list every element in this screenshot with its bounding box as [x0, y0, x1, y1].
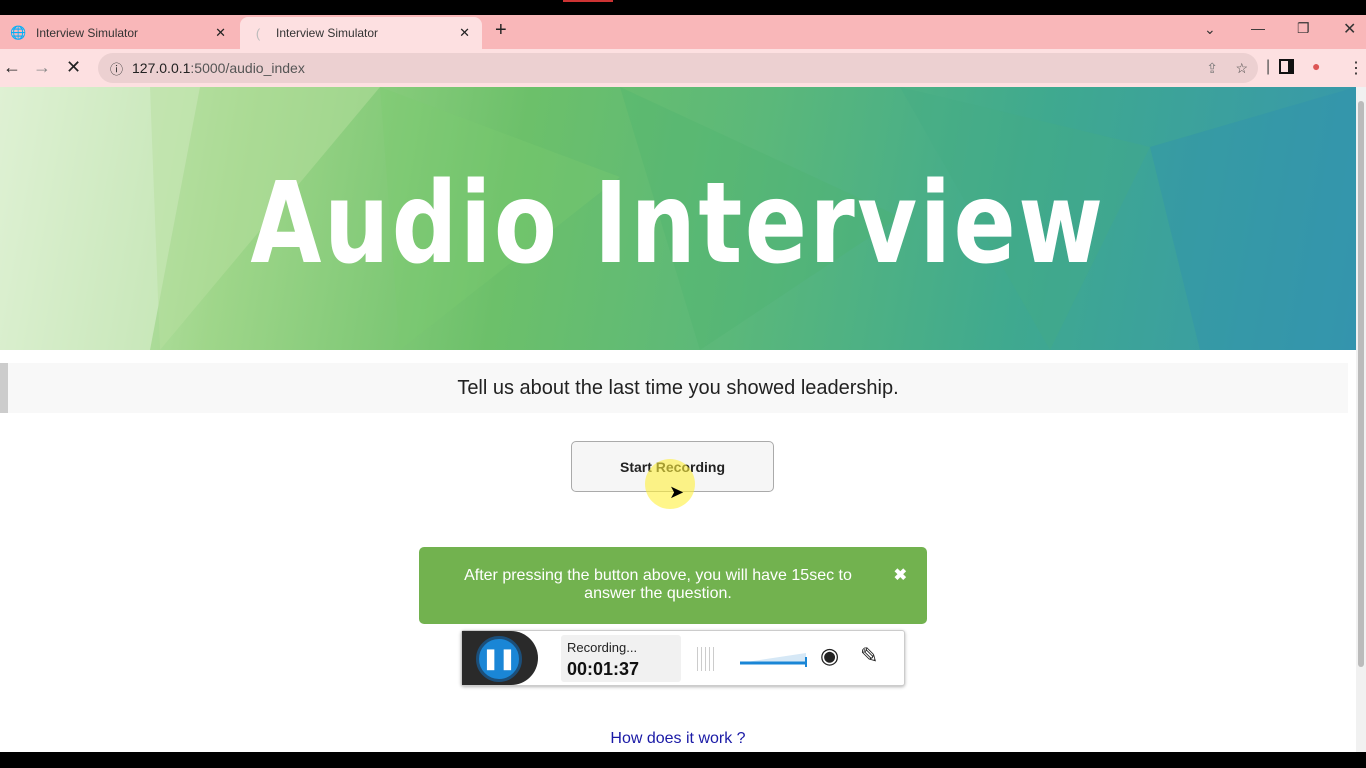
restore-button[interactable]: ❐	[1297, 20, 1310, 37]
pause-button[interactable]: ❚❚	[476, 636, 522, 682]
forward-button[interactable]: →	[33, 57, 51, 78]
address-bar[interactable]: ⓘ 127.0.0.1:5000/audio_index ⇪ ☆	[98, 53, 1258, 83]
minimize-button[interactable]: —	[1251, 20, 1265, 36]
question-text: Tell us about the last time you showed l…	[0, 363, 1348, 413]
tab-title: Interview Simulator	[276, 26, 379, 40]
recording-label: Recording...	[567, 640, 638, 655]
volume-level-icon[interactable]	[740, 651, 808, 669]
screen-top-bar	[0, 0, 1366, 15]
alert-message: After pressing the button above, you wil…	[464, 567, 852, 602]
globe-icon: 🌐	[10, 25, 27, 40]
url-host: 127.0.0.1	[132, 60, 191, 76]
recording-indicator	[563, 0, 613, 2]
extension-icon[interactable]: ●	[1312, 58, 1320, 74]
mouse-pointer-icon: ➤	[669, 482, 685, 502]
how-does-it-work-link[interactable]: How does it work ?	[0, 730, 1356, 748]
webcam-icon[interactable]: ◉	[820, 643, 839, 669]
close-tab-icon[interactable]: ✕	[459, 25, 470, 41]
new-tab-button[interactable]: +	[495, 19, 507, 42]
screen-bottom-bar	[0, 752, 1366, 768]
browser-toolbar: ← → ✕ ⓘ 127.0.0.1:5000/audio_index ⇪ ☆ |…	[0, 49, 1366, 87]
divider: |	[1266, 58, 1271, 75]
tab-interview-simulator-2[interactable]: ( Interview Simulator ✕	[240, 17, 482, 49]
tab-title: Interview Simulator	[36, 26, 139, 40]
back-button[interactable]: ←	[3, 57, 21, 78]
tab-interview-simulator-1[interactable]: 🌐 Interview Simulator ✕	[0, 17, 238, 49]
page-content: Audio Interview Tell us about the last t…	[0, 87, 1356, 752]
close-tab-icon[interactable]: ✕	[215, 25, 226, 41]
menu-kebab-icon[interactable]: ⋮	[1348, 58, 1364, 78]
stop-loading-button[interactable]: ✕	[66, 57, 81, 78]
url-path: :5000/audio_index	[190, 60, 305, 76]
pencil-icon[interactable]: ✎	[860, 643, 878, 669]
bookmark-star-icon[interactable]: ☆	[1235, 60, 1248, 77]
recording-time: 00:01:37	[567, 659, 640, 679]
banner: Audio Interview	[0, 87, 1356, 350]
info-alert: After pressing the button above, you wil…	[419, 547, 927, 624]
drag-handle[interactable]	[697, 647, 717, 671]
info-icon[interactable]: ⓘ	[110, 59, 123, 78]
recording-status: Recording... 00:01:37	[561, 635, 681, 682]
loading-spinner-icon: (	[255, 25, 261, 41]
scrollbar-thumb[interactable]	[1358, 101, 1364, 667]
side-panel-icon[interactable]	[1279, 59, 1294, 74]
alert-close-icon[interactable]: ✖	[894, 567, 907, 585]
tab-strip: 🌐 Interview Simulator ✕ ( Interview Simu…	[0, 15, 1366, 49]
close-window-button[interactable]: ✕	[1343, 19, 1356, 39]
tab-search-chevron-icon[interactable]: ⌄	[1204, 21, 1216, 38]
banner-title: Audio Interview	[250, 159, 1106, 289]
screen-recorder-bar: ❚❚ Recording... 00:01:37 ◉ ✎	[461, 630, 905, 686]
share-icon[interactable]: ⇪	[1206, 60, 1218, 77]
scrollbar[interactable]	[1356, 87, 1366, 752]
